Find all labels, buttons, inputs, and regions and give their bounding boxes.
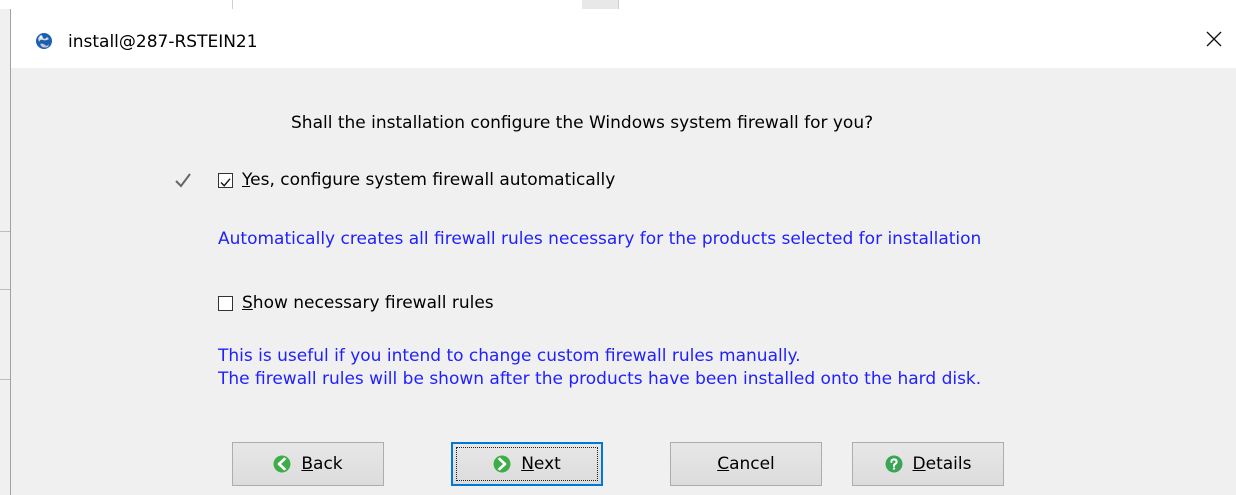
selected-checkmark-icon: [175, 173, 191, 188]
arrow-left-circle-icon: [273, 455, 291, 473]
help-circle-icon: [885, 455, 903, 473]
focus-rectangle: [456, 447, 598, 481]
next-button[interactable]: Next: [451, 442, 603, 486]
auto-configure-label-text: es, configure system firewall automatica…: [250, 170, 616, 190]
back-button-label: Back: [301, 454, 343, 474]
cancel-button-label: Cancel: [717, 454, 775, 474]
app-globe-icon: [36, 33, 52, 49]
show-rules-label[interactable]: Show necessary firewall rules: [242, 293, 494, 313]
dialog-content: Shall the installation configure the Win…: [11, 68, 1236, 495]
auto-configure-label[interactable]: Yes, configure system firewall automatic…: [242, 170, 615, 190]
background-divider: [582, 0, 619, 9]
background-window-edge: [0, 9, 10, 495]
checked-icon: [220, 178, 231, 187]
details-button-label: Details: [912, 454, 972, 474]
close-icon: [1206, 31, 1222, 46]
background-divider: [0, 0, 233, 9]
show-rules-checkbox[interactable]: [218, 296, 233, 311]
auto-configure-checkbox[interactable]: [218, 173, 233, 188]
show-rules-description-line-2: The firewall rules will be shown after t…: [218, 369, 982, 389]
background-divider: [232, 0, 583, 9]
close-button[interactable]: [1191, 9, 1236, 68]
firewall-question: Shall the installation configure the Win…: [291, 113, 874, 133]
cancel-button[interactable]: Cancel: [670, 442, 822, 486]
auto-configure-description: Automatically creates all firewall rules…: [218, 229, 982, 249]
window-title: install@287-RSTEIN21: [68, 32, 258, 52]
background-window-strip: [0, 0, 1236, 9]
auto-configure-hotkey: Y: [242, 170, 251, 190]
installer-dialog: install@287-RSTEIN21 Shall the installat…: [10, 9, 1236, 495]
show-rules-label-text: how necessary firewall rules: [252, 293, 494, 313]
details-button[interactable]: Details: [852, 442, 1004, 486]
show-rules-description-line-1: This is useful if you intend to change c…: [218, 346, 801, 366]
title-bar: install@287-RSTEIN21: [11, 9, 1236, 68]
show-rules-hotkey: S: [242, 293, 253, 313]
back-button[interactable]: Back: [232, 442, 384, 486]
